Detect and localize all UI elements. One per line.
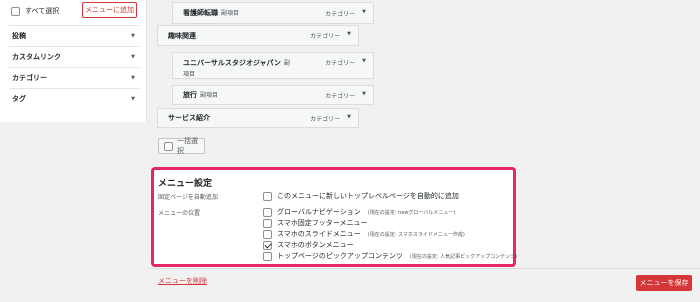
menu-settings-title: メニュー設定 — [158, 179, 213, 189]
menu-item[interactable]: サービス紹介 カテゴリー ▼ — [157, 108, 359, 128]
menu-item-type: カテゴリー — [310, 115, 341, 123]
menu-item-type: カテゴリー — [325, 10, 356, 18]
caret-down-icon[interactable]: ▼ — [362, 91, 366, 100]
auto-add-label: 固定ページを自動追加 — [158, 194, 218, 201]
checkbox-icon[interactable] — [11, 6, 20, 16]
location-option[interactable]: トップページのピックアップコンテンツ (現在の設定: 人気記事ピックアップコンテ… — [263, 251, 517, 261]
accordion-label: タグ — [12, 95, 26, 103]
bulk-select-label: 一括選択 — [177, 137, 198, 155]
location-label: スマホのスライドメニュー — [277, 230, 361, 238]
select-all-label: すべて選択 — [25, 7, 60, 15]
menu-location-label: メニューの位置 — [158, 210, 201, 217]
auto-add-option-label: このメニューに新しいトップレベルページを自動的に追加 — [277, 192, 459, 200]
caret-down-icon[interactable]: ▼ — [131, 96, 135, 102]
checkbox-checked-icon[interactable] — [263, 240, 272, 250]
bulk-select-button[interactable]: 一括選択 — [158, 137, 205, 155]
caret-down-icon[interactable]: ▼ — [362, 9, 366, 18]
menu-item-title: ユニバーサルスタジオジャパン — [183, 59, 281, 67]
auto-add-option[interactable]: このメニューに新しいトップレベルページを自動的に追加 — [263, 191, 459, 201]
accordion-label: 投稿 — [12, 32, 26, 40]
accordion-custom-links[interactable]: カスタムリンク ▼ — [9, 46, 139, 67]
checkbox-icon[interactable] — [263, 207, 272, 217]
menu-item[interactable]: ユニバーサルスタジオジャパン副項目 カテゴリー ▼ — [172, 52, 374, 79]
caret-down-icon[interactable]: ▼ — [131, 54, 135, 60]
menu-item-sub-cont: 項目 — [183, 71, 196, 78]
menu-item[interactable]: 趣味関連 カテゴリー ▼ — [157, 25, 359, 46]
save-menu-button[interactable]: メニューを保存 — [636, 275, 692, 291]
checkbox-icon[interactable] — [263, 191, 272, 201]
menu-item-sub: 副項目 — [200, 92, 219, 99]
menu-item-type: カテゴリー — [310, 33, 341, 40]
location-note: (現在の設定: 人気記事ピックアップコンテンツ) — [409, 253, 518, 260]
location-label: スマホのボタンメニュー — [277, 241, 354, 249]
checkbox-icon[interactable] — [263, 229, 272, 239]
location-option[interactable]: グローバルナビゲーション (現在の設定: newグローバルメニュー) — [263, 207, 455, 217]
menu-item-type: カテゴリー — [325, 60, 356, 67]
location-option[interactable]: スマホ固定フッターメニュー — [263, 218, 375, 228]
location-label: トップページのピックアップコンテンツ — [277, 252, 403, 260]
select-all-checkbox[interactable]: すべて選択 — [11, 5, 59, 17]
checkbox-icon[interactable] — [164, 141, 173, 151]
location-option[interactable]: スマホのボタンメニュー — [263, 240, 361, 250]
menu-item[interactable]: 旅行 副項目 カテゴリー ▼ — [172, 85, 374, 105]
accordion-posts[interactable]: 投稿 ▼ — [9, 25, 139, 46]
location-note: (現在の設定: スマホスライドメニュー作成) — [367, 231, 465, 238]
menu-item-sub: 副項目 — [221, 10, 240, 17]
caret-down-icon[interactable]: ▼ — [131, 75, 135, 81]
menu-item[interactable]: 看護師転職 副項目 カテゴリー ▼ — [172, 2, 374, 24]
menu-item-title: 旅行 — [183, 91, 197, 99]
checkbox-icon[interactable] — [263, 251, 272, 261]
menu-item-type: カテゴリー — [325, 92, 356, 100]
location-note: (現在の設定: newグローバルメニュー) — [367, 209, 456, 216]
accordion-tags[interactable]: タグ ▼ — [9, 88, 139, 109]
accordion-label: カテゴリー — [12, 74, 47, 82]
menu-item-title: サービス紹介 — [168, 114, 210, 122]
location-label: グローバルナビゲーション — [277, 208, 361, 216]
location-label: スマホ固定フッターメニュー — [277, 219, 368, 227]
add-to-menu-button[interactable]: メニューに追加 — [82, 2, 137, 18]
delete-menu-link[interactable]: メニューを削除 — [158, 276, 207, 286]
footer-bar — [148, 268, 700, 302]
location-option[interactable]: スマホのスライドメニュー (現在の設定: スマホスライドメニュー作成) — [263, 229, 465, 239]
accordion-label: カスタムリンク — [12, 53, 61, 61]
caret-down-icon[interactable]: ▼ — [347, 31, 351, 40]
caret-down-icon[interactable]: ▼ — [362, 58, 366, 67]
caret-down-icon[interactable]: ▼ — [347, 114, 351, 123]
menu-item-sub: 副 — [283, 60, 290, 67]
menu-item-title: 趣味関連 — [168, 31, 196, 40]
menu-item-title: 看護師転職 — [183, 9, 218, 17]
accordion-categories[interactable]: カテゴリー ▼ — [9, 67, 139, 88]
checkbox-icon[interactable] — [263, 218, 272, 228]
caret-down-icon[interactable]: ▼ — [131, 33, 135, 39]
